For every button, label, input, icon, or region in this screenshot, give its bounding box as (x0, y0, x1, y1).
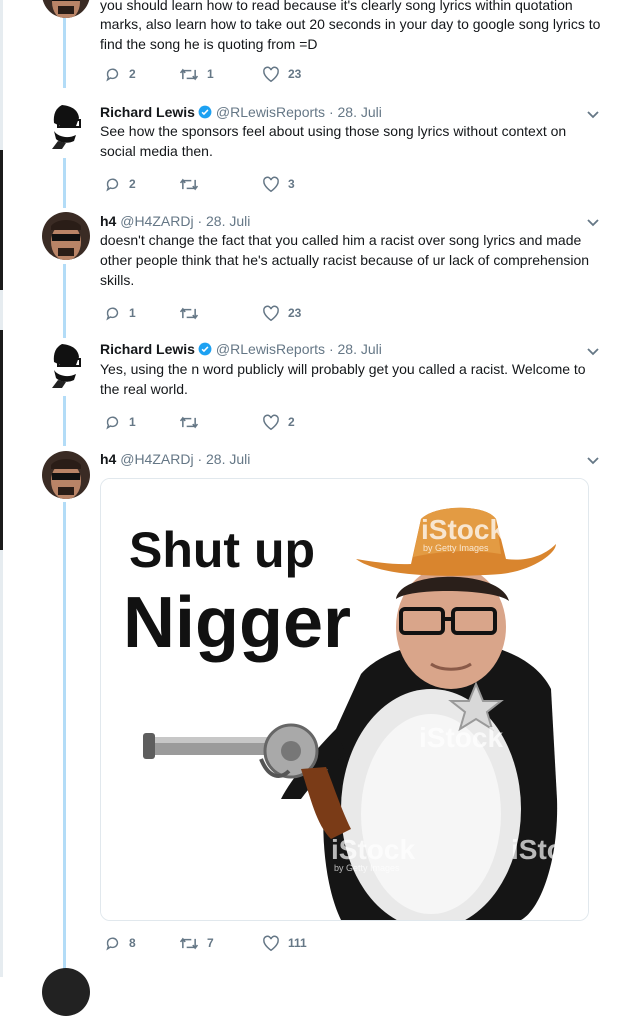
like-count: 111 (288, 936, 307, 950)
handle[interactable]: @H4ZARDj (120, 451, 193, 467)
tweet-text: you should learn how to read because it'… (100, 0, 573, 13)
timestamp[interactable]: · 28. Juli (197, 213, 250, 229)
display-name[interactable]: h4 (100, 213, 116, 229)
reply-icon (106, 178, 119, 191)
tweet-text: Yes, using the n word publicly will prob… (100, 361, 586, 397)
next-tweet-avatar-partial[interactable] (42, 968, 90, 1016)
avatar[interactable] (42, 103, 90, 151)
like-count: 2 (288, 415, 295, 429)
tweet-text: doesn't change the fact that you called … (100, 232, 590, 288)
retweet-button[interactable] (179, 174, 207, 194)
reply-count: 8 (129, 936, 136, 950)
retweet-count: 7 (207, 936, 214, 950)
like-count: 3 (288, 177, 295, 191)
verified-badge-icon (198, 342, 212, 356)
tweet[interactable]: Richard Lewis @RLewisReports · 28. Juli Y… (0, 340, 642, 440)
tweet[interactable]: h4 @H4ZARDj · 28. Juli doesn't change th… (0, 210, 642, 330)
tweet[interactable]: Richard Lewis @RLewisReports · 28. Juli S… (0, 100, 642, 200)
retweet-button[interactable] (179, 412, 207, 432)
reply-button[interactable]: 2 (104, 174, 136, 194)
watermark: iStock (419, 722, 503, 753)
display-name[interactable]: h4 (100, 451, 116, 467)
watermark: iStock (511, 834, 588, 865)
watermark-sub: by Getty Images (334, 863, 400, 873)
like-icon (263, 305, 279, 321)
tweet-header: Richard Lewis @RLewisReports · 28. Juli (100, 103, 382, 121)
like-button[interactable]: 3 (262, 174, 295, 194)
retweet-count: 1 (207, 67, 214, 81)
reply-count: 2 (129, 177, 136, 191)
avatar[interactable] (42, 451, 90, 499)
tweet-header: h4 @H4ZARDj · 28. Juli (100, 212, 250, 230)
like-count: 23 (288, 306, 302, 320)
tweet-header: h4 @H4ZARDj · 28. Juli (100, 450, 250, 468)
reply-button[interactable]: 8 (104, 933, 136, 953)
image-caption-line1: Shut up (129, 522, 315, 578)
reply-button[interactable]: 1 (104, 412, 136, 432)
reply-count: 1 (129, 415, 136, 429)
watermark: iStock (331, 834, 415, 865)
chevron-down-icon[interactable] (586, 215, 600, 229)
like-button[interactable]: 111 (262, 933, 307, 953)
reply-icon (106, 68, 119, 81)
tweet-text: marks, also learn how to take out 20 sec… (100, 16, 601, 52)
retweet-button[interactable]: 1 (179, 64, 214, 84)
display-name[interactable]: Richard Lewis (100, 341, 195, 357)
retweet-button[interactable]: 7 (179, 933, 214, 953)
like-button[interactable]: 23 (262, 64, 301, 84)
avatar[interactable] (42, 0, 90, 18)
verified-badge-icon (198, 105, 212, 119)
like-count: 23 (288, 67, 302, 81)
timestamp[interactable]: · 28. Juli (329, 341, 382, 357)
reply-count: 2 (129, 67, 136, 81)
reply-icon (106, 937, 119, 950)
watermark: iStock (421, 514, 505, 545)
handle[interactable]: @H4ZARDj (120, 213, 193, 229)
like-icon (263, 414, 279, 430)
like-icon (263, 66, 279, 82)
retweet-icon (179, 178, 199, 190)
tweet-header: Richard Lewis @RLewisReports · 28. Juli (100, 340, 382, 358)
image-caption-line2: Nigger (123, 583, 351, 663)
tweet[interactable]: you should learn how to read because it'… (0, 0, 642, 90)
retweet-button[interactable] (179, 303, 207, 323)
like-icon (263, 176, 279, 192)
reply-icon (106, 416, 119, 429)
watermark-sub: by Getty Images (423, 543, 489, 553)
retweet-icon (179, 937, 199, 949)
avatar[interactable] (42, 212, 90, 260)
like-button[interactable]: 23 (262, 303, 301, 323)
chevron-down-icon[interactable] (586, 107, 600, 121)
reply-button[interactable]: 1 (104, 303, 136, 323)
tweet-media-image[interactable]: Shut up Nigger iStock by Getty Images iS… (100, 478, 589, 921)
like-button[interactable]: 2 (262, 412, 295, 432)
handle[interactable]: @RLewisReports (216, 341, 325, 357)
like-icon (263, 935, 279, 951)
handle[interactable]: @RLewisReports (216, 104, 325, 120)
reply-count: 1 (129, 306, 136, 320)
timestamp[interactable]: · 28. Juli (197, 451, 250, 467)
retweet-icon (179, 68, 199, 80)
reply-button[interactable]: 2 (104, 64, 136, 84)
chevron-down-icon[interactable] (586, 453, 600, 467)
reply-icon (106, 307, 119, 320)
tweet-text: See how the sponsors feel about using th… (100, 123, 567, 159)
chevron-down-icon[interactable] (586, 344, 600, 358)
retweet-icon (179, 307, 199, 319)
retweet-icon (179, 416, 199, 428)
avatar[interactable] (42, 342, 90, 390)
timestamp[interactable]: · 28. Juli (329, 104, 382, 120)
display-name[interactable]: Richard Lewis (100, 104, 195, 120)
